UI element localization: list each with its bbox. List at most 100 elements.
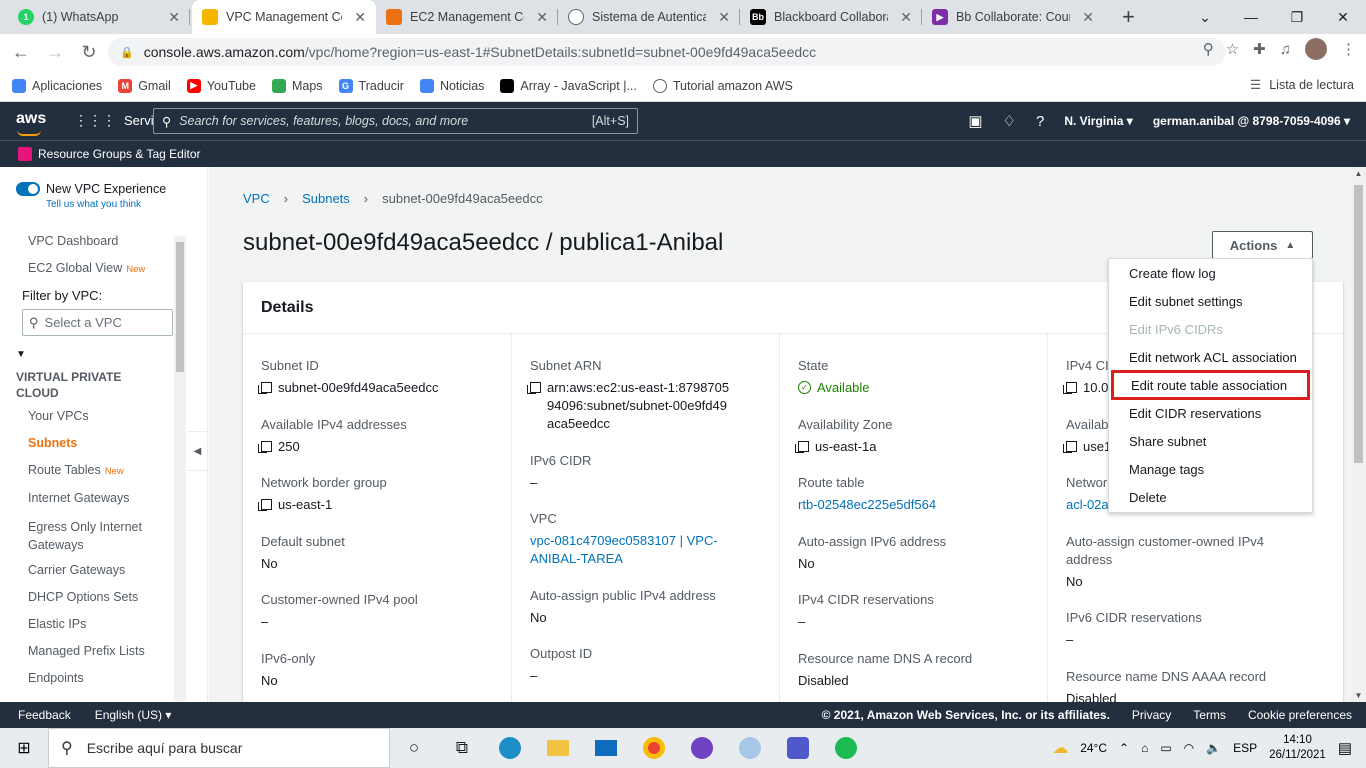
spotify-icon[interactable] bbox=[822, 728, 870, 768]
new-vpc-experience-toggle[interactable] bbox=[16, 182, 40, 196]
bookmark-aplicaciones[interactable]: Aplicaciones bbox=[12, 78, 102, 93]
battery-icon[interactable]: ▭ bbox=[1160, 741, 1171, 755]
copy-icon[interactable] bbox=[258, 382, 272, 394]
sidebar-item-elastic-ips[interactable]: Elastic IPs bbox=[28, 617, 86, 631]
menu-kebab-icon[interactable]: ⋮ bbox=[1341, 40, 1356, 58]
feedback-link[interactable]: Tell us what you think bbox=[46, 199, 166, 210]
section-header-vpc[interactable]: VIRTUAL PRIVATE CLOUD bbox=[16, 369, 156, 401]
network-acl-link[interactable]: acl-02a bbox=[1066, 496, 1109, 514]
tab-ec2-management[interactable]: EC2 Management Co ✕ bbox=[376, 0, 558, 34]
sidebar-item-your-vpcs[interactable]: Your VPCs bbox=[28, 409, 89, 423]
sidebar-item-vpc-dashboard[interactable]: VPC Dashboard bbox=[28, 234, 118, 248]
actions-button[interactable]: Actions ▲ bbox=[1212, 231, 1313, 259]
vpc-link[interactable]: vpc-081c4709ec0583107 | VPC-ANIBAL-TAREA bbox=[530, 532, 730, 568]
caret-down-icon[interactable]: ▼ bbox=[16, 349, 26, 360]
github-desktop-icon[interactable] bbox=[678, 728, 726, 768]
menu-item-manage-tags[interactable]: Manage tags bbox=[1109, 455, 1312, 483]
sidebar-scrollbar[interactable] bbox=[174, 236, 186, 701]
scroll-up-arrow-icon[interactable]: ▲ bbox=[1351, 169, 1366, 178]
copy-icon[interactable] bbox=[258, 499, 272, 511]
scroll-down-arrow-icon[interactable]: ▼ bbox=[1351, 691, 1366, 700]
footer-feedback-link[interactable]: Feedback bbox=[18, 708, 71, 722]
bookmark-noticias[interactable]: Noticias bbox=[419, 78, 484, 93]
sidebar-item-endpoints[interactable]: Endpoints bbox=[28, 671, 84, 685]
bookmark-gmail[interactable]: M Gmail bbox=[118, 78, 171, 93]
maximize-icon[interactable]: ❐ bbox=[1274, 0, 1320, 34]
close-window-icon[interactable]: ✕ bbox=[1320, 0, 1366, 34]
teams-icon[interactable] bbox=[774, 728, 822, 768]
tab-blackboard[interactable]: Bb Blackboard Collaborat ✕ bbox=[740, 0, 922, 34]
close-icon[interactable]: ✕ bbox=[1082, 9, 1094, 26]
copy-icon[interactable] bbox=[258, 441, 272, 453]
bookmark-youtube[interactable]: ▶ YouTube bbox=[186, 78, 256, 93]
region-selector[interactable]: N. Virginia ▾ bbox=[1064, 114, 1132, 128]
bookmark-star-icon[interactable]: ☆ bbox=[1226, 40, 1239, 58]
sidebar-item-subnets[interactable]: Subnets bbox=[28, 436, 77, 450]
file-explorer-icon[interactable] bbox=[534, 728, 582, 768]
back-icon[interactable]: ← bbox=[4, 42, 38, 63]
bookmark-maps[interactable]: Maps bbox=[271, 78, 323, 93]
cortana-icon[interactable]: ○ bbox=[390, 728, 438, 768]
bookmark-tutorial-aws[interactable]: Tutorial amazon AWS bbox=[652, 78, 793, 93]
chrome-icon[interactable] bbox=[630, 728, 678, 768]
breadcrumb-subnets[interactable]: Subnets bbox=[302, 191, 350, 206]
sidebar-item-carrier-gateways[interactable]: Carrier Gateways bbox=[28, 563, 125, 577]
footer-language-select[interactable]: English (US) ▾ bbox=[95, 708, 172, 722]
sidebar-item-dhcp-options[interactable]: DHCP Options Sets bbox=[28, 590, 138, 604]
route-table-link[interactable]: rtb-02548ec225e5df564 bbox=[798, 496, 936, 514]
page-scrollbar[interactable]: ▲ ▼ bbox=[1351, 167, 1366, 702]
breadcrumb-vpc[interactable]: VPC bbox=[243, 191, 270, 206]
volume-icon[interactable]: 🔈 bbox=[1206, 741, 1221, 755]
input-language-label[interactable]: ESP bbox=[1233, 741, 1257, 755]
copy-icon[interactable] bbox=[1063, 382, 1077, 394]
notifications-bell-icon[interactable]: ♢ bbox=[1003, 112, 1016, 130]
close-icon[interactable]: ✕ bbox=[536, 9, 548, 26]
reload-icon[interactable]: ↻ bbox=[72, 42, 106, 63]
media-control-icon[interactable]: ♫ bbox=[1280, 41, 1291, 58]
help-icon[interactable]: ? bbox=[1036, 113, 1044, 130]
collapse-sidebar-button[interactable]: ◀ bbox=[188, 431, 207, 471]
bookmark-traducir[interactable]: G Traducir bbox=[338, 78, 404, 93]
footer-cookie-preferences-link[interactable]: Cookie preferences bbox=[1248, 708, 1352, 722]
footer-terms-link[interactable]: Terms bbox=[1193, 708, 1226, 722]
clock[interactable]: 14:10 26/11/2021 bbox=[1269, 733, 1326, 763]
menu-item-share-subnet[interactable]: Share subnet bbox=[1109, 427, 1312, 455]
menu-item-edit-network-acl-association[interactable]: Edit network ACL association bbox=[1109, 343, 1312, 371]
menu-item-create-flow-log[interactable]: Create flow log bbox=[1109, 259, 1312, 287]
edge-icon[interactable] bbox=[486, 728, 534, 768]
menu-item-edit-route-table-association[interactable]: Edit route table association bbox=[1111, 370, 1310, 400]
copy-icon[interactable] bbox=[1063, 441, 1077, 453]
tab-search-icon[interactable]: ⌄ bbox=[1182, 0, 1228, 34]
footer-privacy-link[interactable]: Privacy bbox=[1132, 708, 1171, 722]
menu-item-edit-subnet-settings[interactable]: Edit subnet settings bbox=[1109, 287, 1312, 315]
copy-icon[interactable] bbox=[795, 441, 809, 453]
close-icon[interactable]: ✕ bbox=[168, 9, 180, 26]
sidebar-item-route-tables[interactable]: Route Tables New bbox=[28, 463, 124, 477]
sidebar-item-internet-gateways[interactable]: Internet Gateways bbox=[28, 491, 129, 505]
menu-item-delete[interactable]: Delete bbox=[1109, 483, 1312, 511]
notifications-icon[interactable]: ▤ bbox=[1338, 739, 1352, 757]
weather-cloud-sun-icon[interactable]: ☁ bbox=[1052, 738, 1068, 758]
tab-bb-collaborate[interactable]: ▶ Bb Collaborate: Course ✕ bbox=[922, 0, 1104, 34]
network-icon[interactable]: ⌂ bbox=[1141, 741, 1148, 755]
tab-sistema-autenticacion[interactable]: Sistema de Autenticac ✕ bbox=[558, 0, 740, 34]
sidebar-item-egress-only-gateways[interactable]: Egress Only Internet Gateways bbox=[28, 518, 158, 554]
copy-icon[interactable] bbox=[527, 382, 541, 394]
windows-start-icon[interactable]: ⊞ bbox=[0, 728, 48, 768]
reading-list-button[interactable]: ☰ Lista de lectura bbox=[1250, 77, 1354, 93]
bookmark-array-javascript[interactable]: Array - JavaScript |... bbox=[500, 78, 637, 93]
wifi-icon[interactable]: ◠ bbox=[1184, 741, 1194, 755]
mail-icon[interactable] bbox=[582, 728, 630, 768]
tab-whatsapp[interactable]: 1 (1) WhatsApp ✕ bbox=[8, 0, 190, 34]
chevron-up-icon[interactable]: ⌃ bbox=[1119, 741, 1129, 755]
vpc-filter-select[interactable]: ⚲ Select a VPC bbox=[22, 309, 173, 336]
account-menu[interactable]: german.anibal @ 8798-7059-4096 ▾ bbox=[1153, 114, 1350, 128]
minimize-icon[interactable]: — bbox=[1228, 0, 1274, 34]
temperature-label[interactable]: 24°C bbox=[1080, 741, 1107, 755]
close-icon[interactable]: ✕ bbox=[718, 9, 730, 26]
forward-icon[interactable]: → bbox=[38, 42, 72, 63]
aws-logo[interactable]: aws bbox=[16, 110, 46, 136]
profile-avatar[interactable] bbox=[1305, 38, 1327, 60]
task-view-icon[interactable]: ⧉ bbox=[438, 728, 486, 768]
address-bar[interactable]: 🔒 console.aws.amazon.com/vpc/home?region… bbox=[108, 38, 1226, 66]
